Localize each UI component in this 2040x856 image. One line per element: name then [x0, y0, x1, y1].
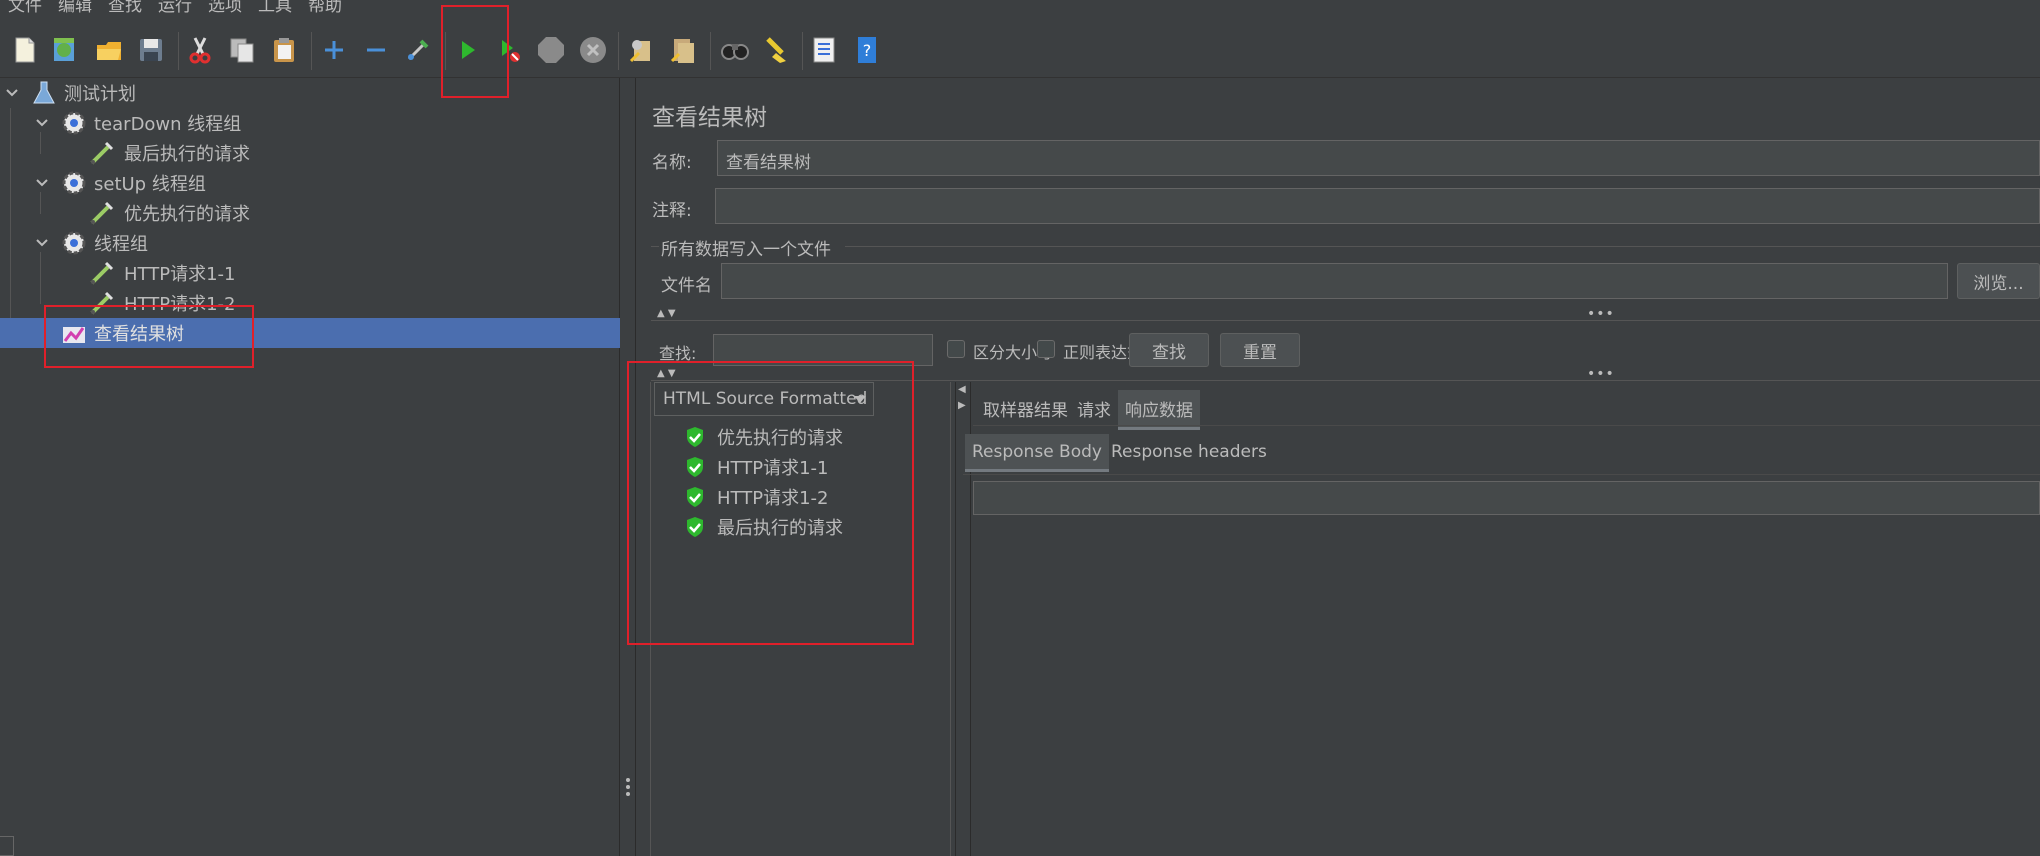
- sampler-icon: [90, 201, 114, 225]
- subtab-response-body[interactable]: Response Body: [965, 434, 1109, 472]
- comment-field[interactable]: [715, 188, 2040, 224]
- menu-tools[interactable]: 工具: [250, 0, 300, 15]
- menu-edit[interactable]: 编辑: [50, 0, 100, 15]
- copy-icon[interactable]: [225, 33, 259, 67]
- find-button[interactable]: 查找: [1129, 333, 1209, 367]
- annotation-box-start: [441, 5, 509, 98]
- expand-icon[interactable]: [317, 33, 351, 67]
- tree-item-label: 最后执行的请求: [124, 144, 250, 165]
- tree-item-test-plan[interactable]: 测试计划: [0, 78, 620, 108]
- chevron-down-icon[interactable]: [34, 235, 50, 251]
- collapse-arrows-icon[interactable]: ▲ ▼: [657, 308, 676, 319]
- reset-button[interactable]: 重置: [1220, 333, 1300, 367]
- filename-field[interactable]: [721, 263, 1948, 299]
- tree-item-last-request[interactable]: 最后执行的请求: [0, 138, 620, 168]
- annotation-box-results: [627, 361, 914, 645]
- menu-file[interactable]: 文件: [0, 0, 50, 15]
- menu-search[interactable]: 查找: [100, 0, 150, 15]
- search-icon[interactable]: [718, 33, 752, 67]
- tree-item-first-request[interactable]: 优先执行的请求: [0, 198, 620, 228]
- response-body-area[interactable]: [973, 481, 2040, 515]
- collapse-icon[interactable]: [359, 33, 393, 67]
- tab-response-data[interactable]: 响应数据: [1118, 390, 1200, 430]
- function-helper-icon[interactable]: [808, 33, 842, 67]
- templates-icon[interactable]: [48, 33, 82, 67]
- case-sensitive-checkbox[interactable]: [947, 340, 965, 358]
- clear-all-icon[interactable]: [666, 33, 700, 67]
- reset-search-icon[interactable]: [760, 33, 794, 67]
- tab-request[interactable]: 请求: [1070, 390, 1118, 427]
- shutdown-icon[interactable]: [576, 33, 610, 67]
- stop-icon[interactable]: [534, 33, 568, 67]
- toggle-icon[interactable]: [401, 33, 435, 67]
- tree-item-teardown-group[interactable]: tearDown 线程组: [0, 108, 620, 138]
- clear-icon[interactable]: [624, 33, 658, 67]
- sampler-icon: [90, 261, 114, 285]
- new-icon[interactable]: [8, 33, 42, 67]
- tree-item-label: 线程组: [94, 234, 148, 255]
- name-field[interactable]: 查看结果树: [717, 140, 2040, 176]
- drag-handle-icon[interactable]: •••: [1587, 366, 1615, 382]
- chevron-down-icon[interactable]: [34, 115, 50, 131]
- filename-label: 文件名: [661, 276, 712, 296]
- menu-options[interactable]: 选项: [200, 0, 250, 15]
- paste-icon[interactable]: [267, 33, 301, 67]
- file-group-title: 所有数据写入一个文件: [661, 240, 831, 260]
- test-plan-tree: 测试计划 tearDown 线程组 最后执行的请求 setUp 线程组 优先执行…: [0, 78, 620, 856]
- cut-icon[interactable]: [183, 33, 217, 67]
- subtab-response-headers[interactable]: Response headers: [1104, 434, 1274, 469]
- page-title: 查看结果树: [652, 105, 767, 131]
- help-icon[interactable]: ?: [850, 33, 884, 67]
- regex-checkbox[interactable]: [1037, 340, 1055, 358]
- tree-item-label: setUp 线程组: [94, 174, 206, 195]
- menu-help[interactable]: 帮助: [300, 0, 350, 15]
- browse-button[interactable]: 浏览...: [1957, 263, 2040, 299]
- sampler-icon: [90, 141, 114, 165]
- flask-icon: [33, 81, 55, 104]
- tree-item-label: 测试计划: [64, 84, 136, 105]
- tree-item-label: HTTP请求1-1: [124, 264, 236, 285]
- svg-text:?: ?: [863, 41, 872, 60]
- tree-item-http-1-1[interactable]: HTTP请求1-1: [0, 258, 620, 288]
- tree-item-label: 优先执行的请求: [124, 204, 250, 225]
- comment-label: 注释:: [652, 201, 692, 221]
- open-icon[interactable]: [92, 33, 126, 67]
- menu-run[interactable]: 运行: [150, 0, 200, 15]
- name-label: 名称:: [652, 153, 692, 173]
- annotation-box-tree-item: [44, 305, 254, 368]
- tab-sampler-result[interactable]: 取样器结果: [976, 390, 1075, 427]
- menu-bar: 文件 编辑 查找 运行 选项 工具 帮助: [0, 0, 2040, 18]
- chevron-down-icon[interactable]: [34, 175, 50, 191]
- gear-icon: [62, 231, 86, 255]
- drag-handle-icon[interactable]: •••: [1587, 306, 1615, 322]
- gear-icon: [62, 111, 86, 135]
- gear-icon: [62, 171, 86, 195]
- tree-item-setup-group[interactable]: setUp 线程组: [0, 168, 620, 198]
- tree-item-label: tearDown 线程组: [94, 114, 242, 135]
- chevron-down-icon[interactable]: [4, 85, 20, 101]
- toolbar: ?: [0, 18, 2040, 78]
- tree-item-thread-group[interactable]: 线程组: [0, 228, 620, 258]
- save-icon[interactable]: [134, 33, 168, 67]
